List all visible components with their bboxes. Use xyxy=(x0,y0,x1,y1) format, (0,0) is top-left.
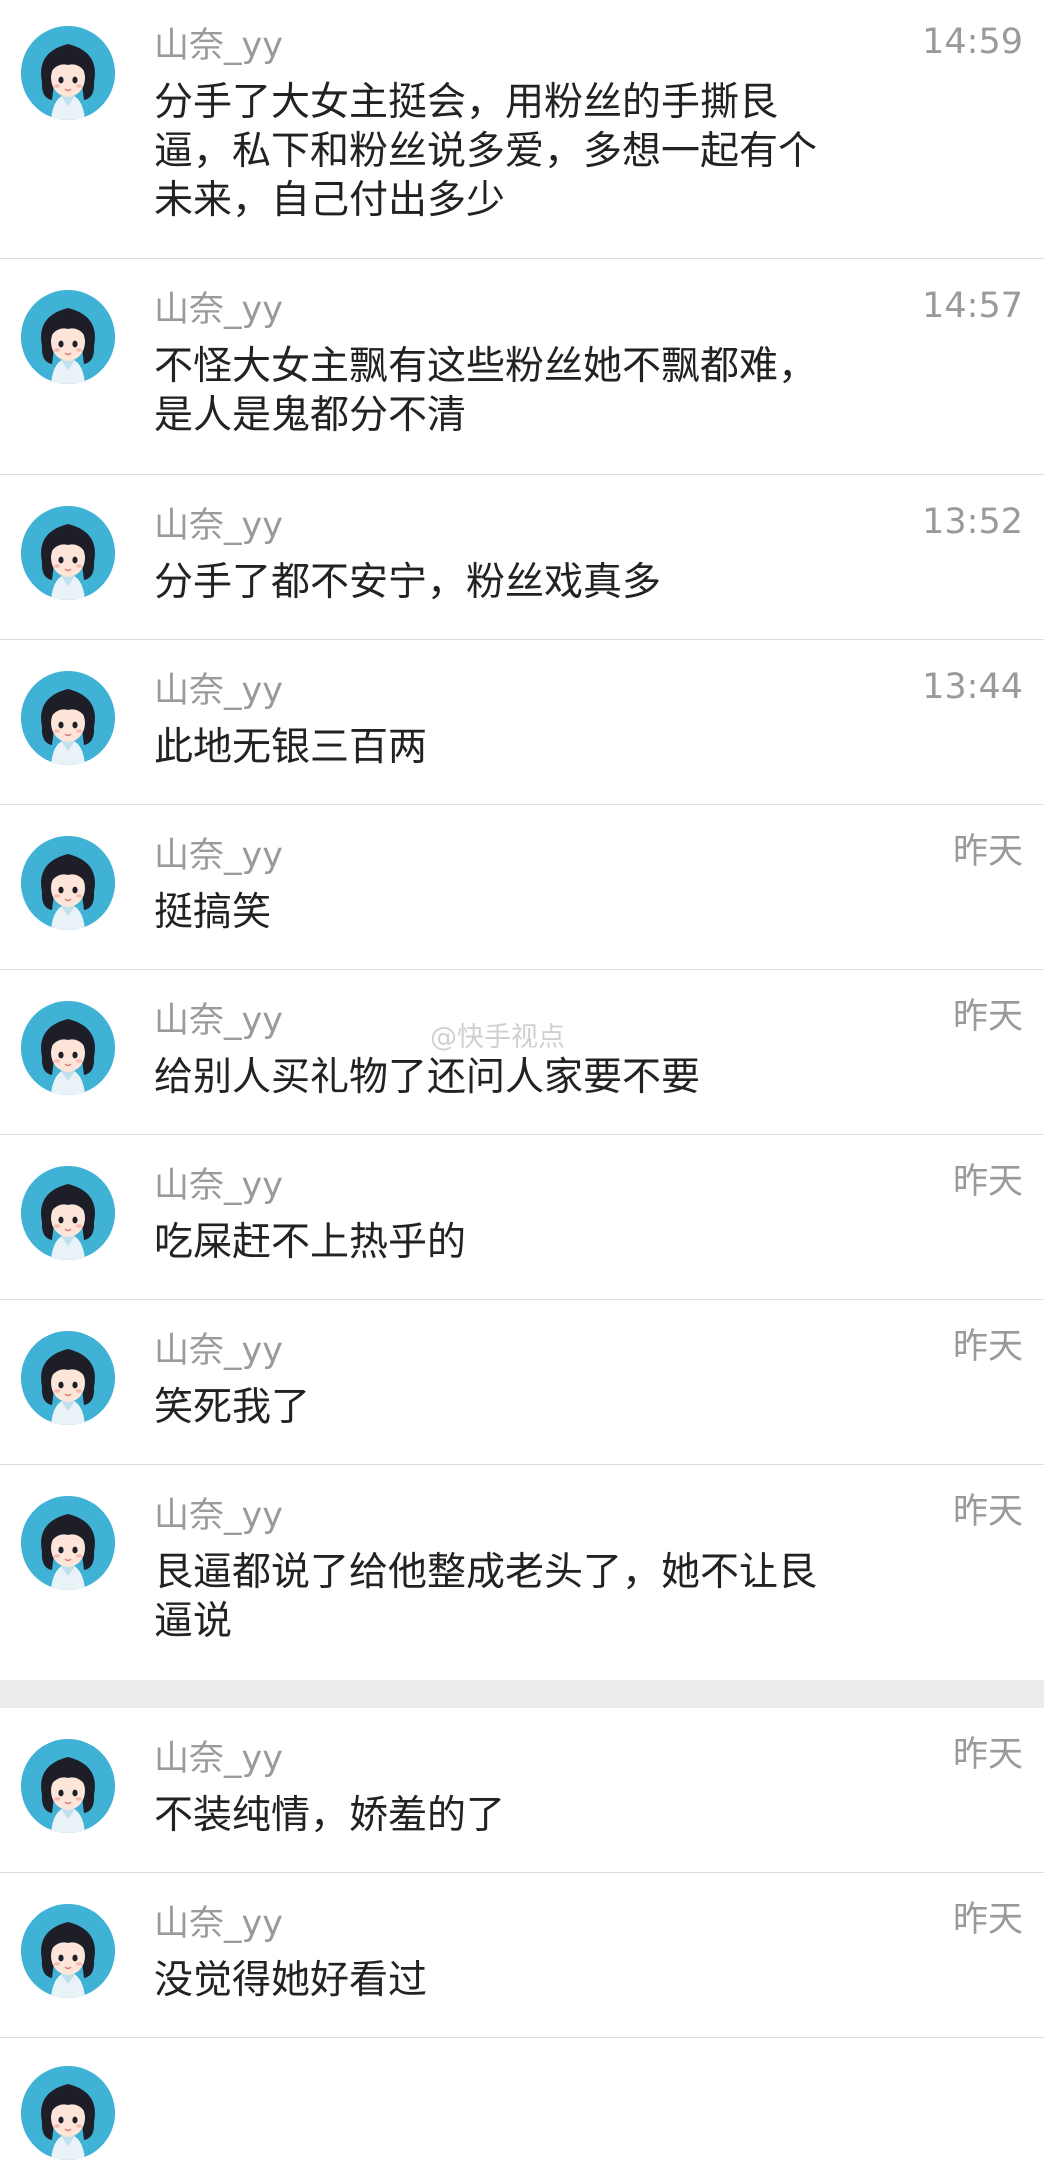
comment-item[interactable]: 山奈_yy 14:57 不怪大女主飘有这些粉丝她不飘都难， 是人是鬼都分不清 xyxy=(0,259,1044,475)
username[interactable]: 山奈_yy xyxy=(154,669,283,713)
comment-text: 没觉得她好看过 xyxy=(154,1958,428,2003)
comment-item-partial[interactable] xyxy=(0,2038,1044,2160)
timestamp: 昨天 xyxy=(952,1900,1023,1940)
username[interactable]: 山奈_yy xyxy=(154,1494,283,1538)
user-avatar[interactable] xyxy=(21,1166,115,1260)
comment-text: 笑死我了 xyxy=(154,1385,311,1430)
comment-text: 分手了都不安宁，粉丝戏真多 xyxy=(154,560,662,605)
comment-item[interactable]: 山奈_yy 14:59 分手了大女主挺会，用粉丝的手撕艮 逼，私下和粉丝说多爱，… xyxy=(0,0,1044,259)
timestamp: 14:59 xyxy=(922,22,1023,62)
user-avatar[interactable] xyxy=(21,26,115,120)
comment-item[interactable]: 山奈_yy 13:44 此地无银三百两 xyxy=(0,640,1044,805)
timestamp: 昨天 xyxy=(952,997,1023,1037)
timestamp: 13:44 xyxy=(922,667,1023,707)
username[interactable]: 山奈_yy xyxy=(154,1737,283,1781)
user-avatar[interactable] xyxy=(21,1739,115,1833)
user-avatar[interactable] xyxy=(21,1331,115,1425)
comment-item[interactable]: 山奈_yy 昨天 笑死我了 xyxy=(0,1300,1044,1465)
watermark: @快手视点 xyxy=(430,1022,565,1053)
username[interactable]: 山奈_yy xyxy=(154,1902,283,1946)
timestamp: 13:52 xyxy=(922,502,1023,542)
user-avatar[interactable] xyxy=(21,1904,115,1998)
timestamp: 昨天 xyxy=(952,1492,1023,1532)
comment-text: 给别人买礼物了还问人家要不要 xyxy=(154,1055,701,1100)
user-avatar[interactable] xyxy=(21,290,115,384)
username[interactable]: 山奈_yy xyxy=(154,504,283,548)
username[interactable]: 山奈_yy xyxy=(154,24,283,68)
username[interactable]: 山奈_yy xyxy=(154,1329,283,1373)
username[interactable]: 山奈_yy xyxy=(154,834,283,878)
timestamp: 昨天 xyxy=(952,1327,1023,1367)
comment-item[interactable]: 山奈_yy 13:52 分手了都不安宁，粉丝戏真多 xyxy=(0,475,1044,640)
timestamp: 昨天 xyxy=(952,1735,1023,1775)
comment-text: 分手了大女主挺会，用粉丝的手撕艮 逼，私下和粉丝说多爱，多想一起有个 未来，自己… xyxy=(154,80,818,223)
username[interactable]: 山奈_yy xyxy=(154,999,283,1043)
username[interactable]: 山奈_yy xyxy=(154,1164,283,1208)
comment-item[interactable]: 山奈_yy 昨天 不装纯情，娇羞的了 xyxy=(0,1708,1044,1873)
comment-item[interactable]: 山奈_yy 昨天 吃屎赶不上热乎的 xyxy=(0,1135,1044,1300)
user-avatar[interactable] xyxy=(21,506,115,600)
timestamp: 14:57 xyxy=(922,286,1023,326)
timestamp: 昨天 xyxy=(952,832,1023,872)
comment-text: 艮逼都说了给他整成老头了，她不让艮 逼说 xyxy=(154,1550,818,1644)
user-avatar[interactable] xyxy=(21,671,115,765)
timestamp: 昨天 xyxy=(952,1162,1023,1202)
comment-item[interactable]: 山奈_yy 昨天 艮逼都说了给他整成老头了，她不让艮 逼说 xyxy=(0,1465,1044,1680)
user-avatar[interactable] xyxy=(21,1001,115,1095)
comment-text: 吃屎赶不上热乎的 xyxy=(154,1220,467,1265)
user-avatar[interactable] xyxy=(21,1496,115,1590)
section-divider xyxy=(0,1680,1044,1708)
comment-text: 挺搞笑 xyxy=(154,890,272,935)
comment-text: 不怪大女主飘有这些粉丝她不飘都难， 是人是鬼都分不清 xyxy=(154,344,818,438)
comment-text: 此地无银三百两 xyxy=(154,725,428,770)
comment-text: 不装纯情，娇羞的了 xyxy=(154,1793,506,1838)
user-avatar[interactable] xyxy=(21,836,115,930)
user-avatar[interactable] xyxy=(21,2066,115,2160)
comment-item[interactable]: 山奈_yy 昨天 挺搞笑 xyxy=(0,805,1044,970)
username[interactable]: 山奈_yy xyxy=(154,288,283,332)
comment-item[interactable]: 山奈_yy 昨天 没觉得她好看过 xyxy=(0,1873,1044,2038)
